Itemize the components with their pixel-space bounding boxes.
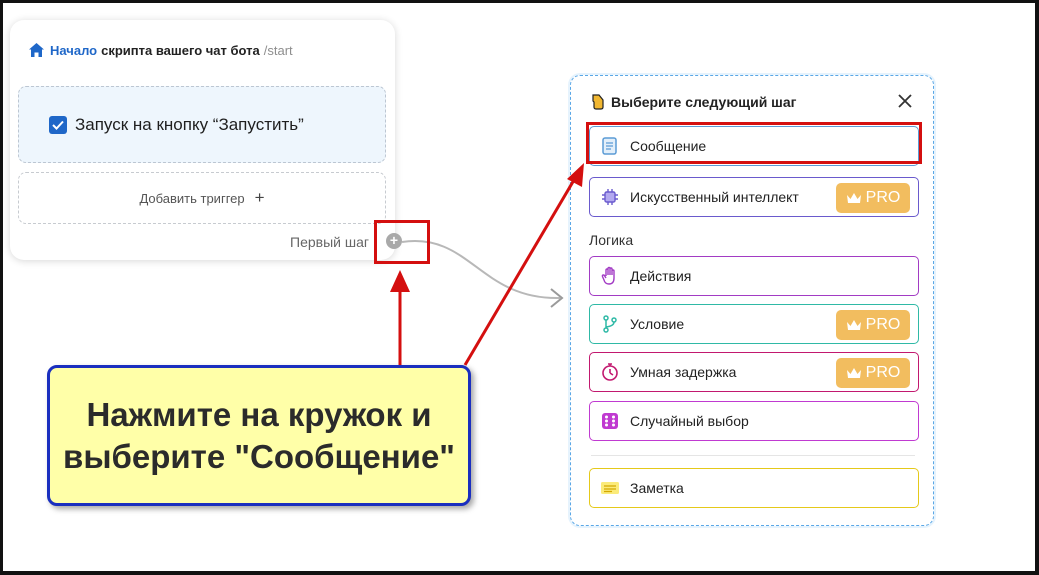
ai-chip-icon: [600, 187, 620, 207]
highlight-box-message: [586, 122, 922, 164]
dice-icon: [600, 411, 620, 431]
pro-badge: PRO: [836, 310, 910, 340]
home-icon: [28, 42, 45, 58]
add-trigger-button[interactable]: Добавить триггер +: [18, 172, 386, 224]
menu-item-label: Условие: [630, 316, 685, 332]
first-step-label: Первый шаг: [290, 234, 369, 250]
menu-item-label: Умная задержка: [630, 364, 737, 380]
menu-item-label: Искусственный интеллект: [630, 189, 799, 205]
callout-text: Нажмите на кружок и выберите "Сообщение": [63, 396, 455, 475]
red-arrow-up-head: [390, 270, 410, 292]
checkbox-checked-icon[interactable]: [49, 115, 67, 134]
crown-icon: [846, 192, 862, 204]
red-arrow-diagonal: [463, 179, 576, 366]
menu-item-note[interactable]: Заметка: [589, 468, 919, 508]
pro-badge-label: PRO: [865, 189, 901, 206]
branch-icon: [600, 314, 620, 334]
start-highlight: Начало: [50, 42, 98, 58]
hand-icon: [600, 266, 620, 286]
crown-icon: [846, 367, 862, 379]
menu-item-label: Случайный выбор: [630, 413, 749, 429]
panel-title: Выберите следующий шаг: [611, 94, 797, 110]
trigger-label: Запуск на кнопку “Запустить”: [75, 114, 304, 134]
menu-item-condition[interactable]: Условие PRO: [589, 304, 919, 344]
note-icon: [600, 478, 620, 498]
start-title: скрипта вашего чат бота: [101, 42, 260, 58]
crown-icon: [846, 319, 862, 331]
menu-item-label: Заметка: [630, 480, 684, 496]
pro-badge: PRO: [836, 183, 910, 213]
start-node-card[interactable]: Начало скрипта вашего чат бота /start За…: [10, 20, 402, 260]
menu-item-ai[interactable]: Искусственный интеллект PRO: [589, 177, 919, 217]
menu-item-label: Действия: [630, 268, 692, 284]
stopwatch-icon: [600, 362, 620, 382]
start-command: /start: [263, 42, 293, 58]
panel-divider: [591, 455, 915, 456]
pro-badge: PRO: [836, 358, 910, 388]
start-node-header: Начало скрипта вашего чат бота /start: [28, 42, 293, 58]
pro-badge-label: PRO: [865, 316, 901, 333]
highlight-box-circle: [374, 220, 430, 264]
connector-arrowhead: [550, 288, 564, 308]
menu-item-random-choice[interactable]: Случайный выбор: [589, 401, 919, 441]
pro-badge-label: PRO: [865, 364, 901, 381]
trigger-item[interactable]: Запуск на кнопку “Запустить”: [18, 86, 386, 163]
pointer-hand-icon: [591, 94, 605, 110]
plus-icon: +: [254, 188, 265, 207]
add-trigger-label: Добавить триггер: [139, 190, 245, 206]
instruction-callout: Нажмите на кружок и выберите "Сообщение": [47, 365, 471, 506]
menu-item-smart-delay[interactable]: Умная задержка PRO: [589, 352, 919, 392]
close-icon[interactable]: [897, 93, 913, 109]
panel-header: Выберите следующий шаг: [591, 94, 796, 110]
logic-section-label: Логика: [589, 232, 634, 248]
menu-item-actions[interactable]: Действия: [589, 256, 919, 296]
